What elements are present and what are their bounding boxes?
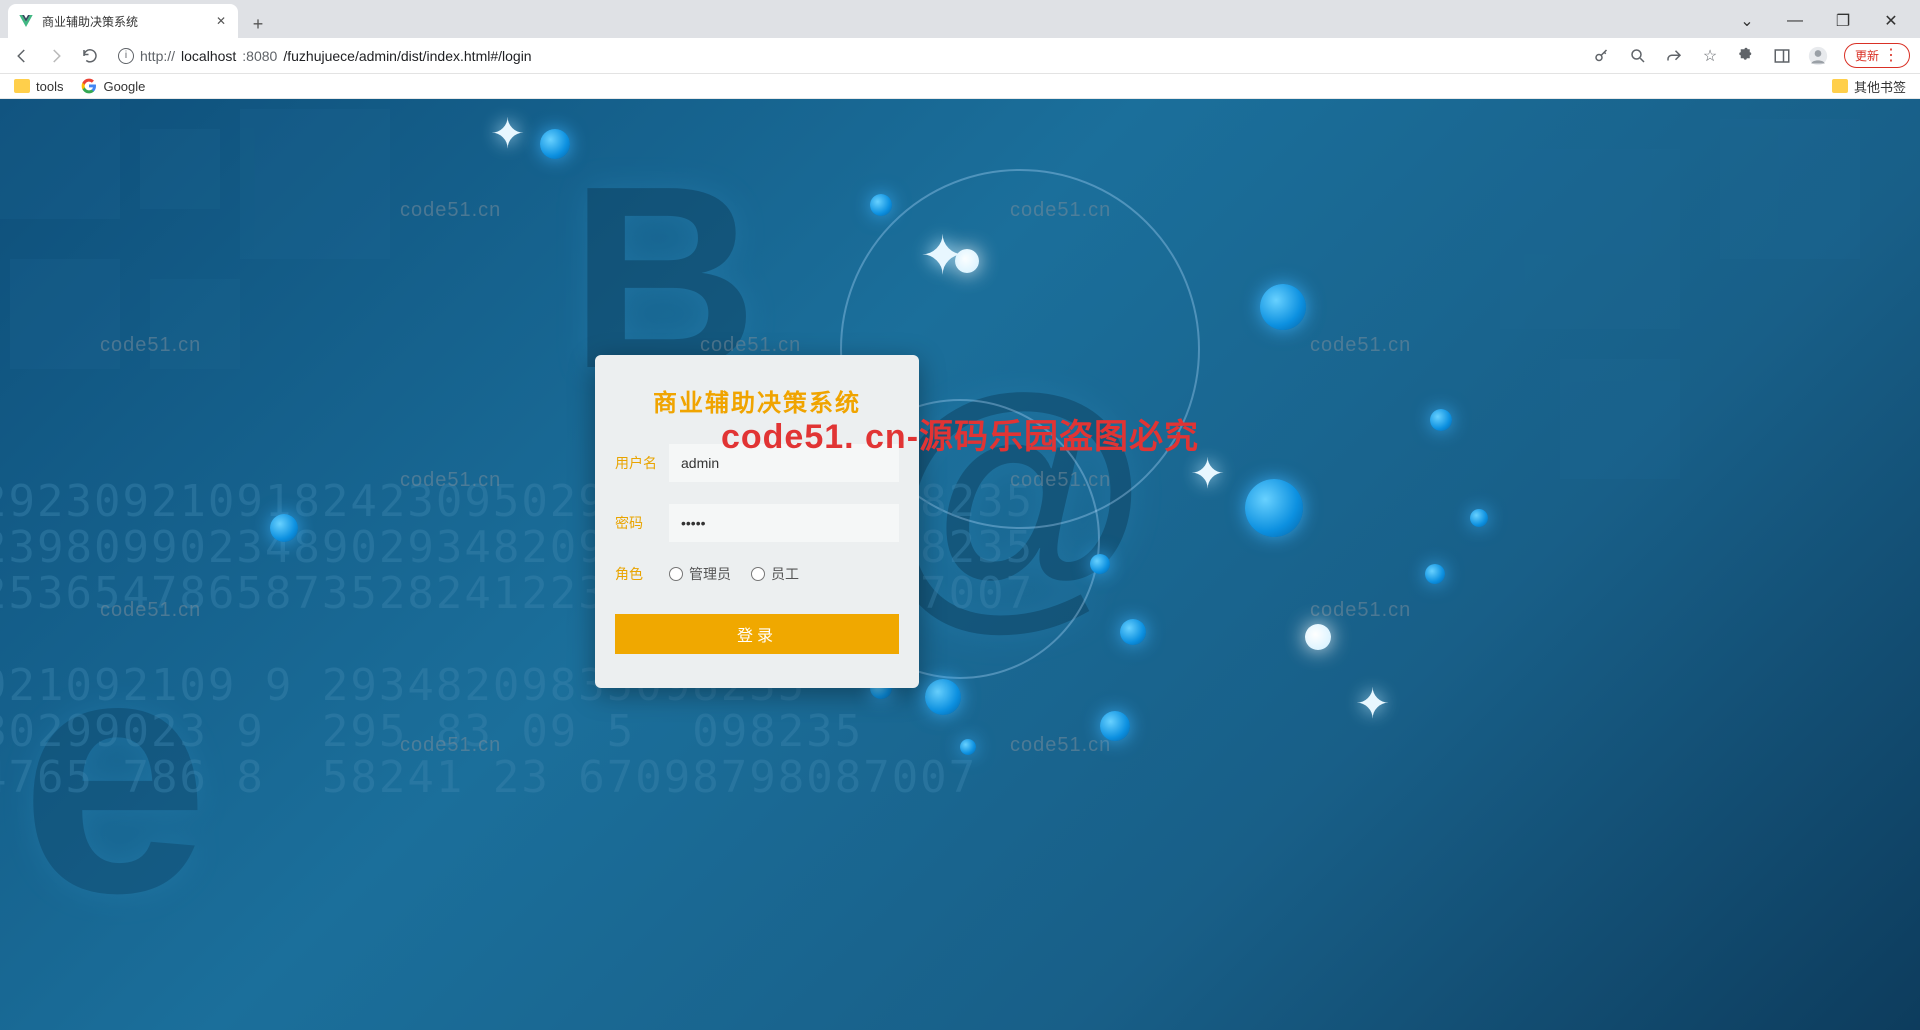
watermark: code51.cn — [1010, 199, 1111, 222]
bg-star: ✦ — [490, 109, 525, 158]
folder-icon — [1832, 79, 1848, 93]
address-bar-icons: ☆ 更新⋮ — [1592, 43, 1910, 68]
browser-chrome: 商业辅助决策系统 ✕ + ⌄ ― ❐ ✕ i http:// localhost:… — [0, 0, 1920, 99]
bg-dot — [1245, 479, 1303, 537]
nav-reload-button[interactable] — [78, 44, 102, 68]
role-radio-admin[interactable]: 管理员 — [669, 564, 731, 584]
url-path: /fuzhujuece/admin/dist/index.html#/login — [283, 48, 531, 64]
bg-dot — [1305, 624, 1331, 650]
role-label: 角色 — [615, 564, 669, 584]
bg-dot — [1430, 409, 1452, 431]
bg-dot — [1120, 619, 1146, 645]
zoom-icon[interactable] — [1628, 46, 1648, 66]
username-label: 用户名 — [615, 453, 669, 473]
menu-dots-icon: ⋮ — [1883, 48, 1899, 64]
role-row: 角色 管理员 员工 — [615, 564, 899, 584]
bg-dot — [1090, 554, 1110, 574]
window-close-icon[interactable]: ✕ — [1876, 11, 1906, 31]
update-button[interactable]: 更新⋮ — [1844, 43, 1910, 68]
window-dropdown-icon[interactable]: ⌄ — [1732, 11, 1762, 31]
bookmark-other[interactable]: 其他书签 — [1832, 77, 1906, 96]
role-radio-admin-input[interactable] — [669, 567, 683, 581]
url-port: :8080 — [242, 48, 277, 64]
tab-close-icon[interactable]: ✕ — [214, 14, 228, 28]
nav-forward-button[interactable] — [44, 44, 68, 68]
watermark: code51.cn — [100, 599, 201, 622]
watermark: code51.cn — [1010, 469, 1111, 492]
password-key-icon[interactable] — [1592, 46, 1612, 66]
window-minimize-icon[interactable]: ― — [1780, 12, 1810, 30]
bg-dot — [1100, 711, 1130, 741]
address-bar[interactable]: i http:// localhost :8080/fuzhujuece/admin… — [112, 42, 1582, 70]
site-info-icon[interactable]: i — [118, 48, 134, 64]
tab-strip: 商业辅助决策系统 ✕ + ⌄ ― ❐ ✕ — [0, 0, 1920, 38]
bookmark-star-icon[interactable]: ☆ — [1700, 46, 1720, 66]
watermark: code51.cn — [400, 199, 501, 222]
password-label: 密码 — [615, 513, 669, 533]
login-button[interactable]: 登录 — [615, 614, 899, 654]
watermark: code51.cn — [1310, 599, 1411, 622]
bg-dot — [925, 679, 961, 715]
google-icon — [81, 78, 97, 94]
watermark: code51.cn — [1310, 334, 1411, 357]
role-radio-staff-input[interactable] — [751, 567, 765, 581]
address-bar-row: i http:// localhost :8080/fuzhujuece/admin… — [0, 38, 1920, 74]
bookmark-google[interactable]: Google — [81, 78, 145, 94]
watermark-overlay-text: code51. cn-源码乐园盗图必究 — [721, 409, 1199, 458]
nav-back-button[interactable] — [10, 44, 34, 68]
url-host: localhost — [181, 48, 236, 64]
bg-star: ✦ — [1355, 679, 1390, 728]
bg-star: ✦ — [920, 224, 965, 287]
folder-icon — [14, 79, 30, 93]
bg-dot — [1260, 284, 1306, 330]
login-card: 商业辅助决策系统 用户名 密码 角色 管理员 员工 登录 — [595, 355, 919, 688]
bg-dot — [960, 739, 976, 755]
new-tab-button[interactable]: + — [244, 10, 272, 38]
password-row: 密码 — [615, 504, 899, 542]
bg-dot — [1470, 509, 1488, 527]
profile-avatar-icon[interactable] — [1808, 46, 1828, 66]
watermark: code51.cn — [400, 734, 501, 757]
window-controls: ⌄ ― ❐ ✕ — [1732, 4, 1920, 38]
vue-favicon-icon — [18, 13, 34, 29]
watermark: code51.cn — [100, 334, 201, 357]
password-input[interactable] — [669, 504, 899, 542]
role-radio-staff[interactable]: 员工 — [751, 564, 799, 584]
tab-title: 商业辅助决策系统 — [42, 13, 206, 30]
bg-dot — [270, 514, 298, 542]
window-maximize-icon[interactable]: ❐ — [1828, 11, 1858, 31]
sidepanel-icon[interactable] — [1772, 46, 1792, 66]
watermark: code51.cn — [1010, 734, 1111, 757]
watermark: code51.cn — [400, 469, 501, 492]
watermark: code51.cn — [700, 334, 801, 357]
share-icon[interactable] — [1664, 46, 1684, 66]
browser-tab[interactable]: 商业辅助决策系统 ✕ — [8, 4, 238, 38]
extensions-icon[interactable] — [1736, 46, 1756, 66]
url-proto: http:// — [140, 48, 175, 64]
bg-dot — [540, 129, 570, 159]
bg-dot — [1425, 564, 1445, 584]
page-content: B @ e 2923092109182423095029348209835098… — [0, 99, 1920, 1030]
bookmark-tools[interactable]: tools — [14, 79, 63, 94]
bookmarks-bar: tools Google 其他书签 — [0, 74, 1920, 99]
bg-dot — [870, 194, 892, 216]
